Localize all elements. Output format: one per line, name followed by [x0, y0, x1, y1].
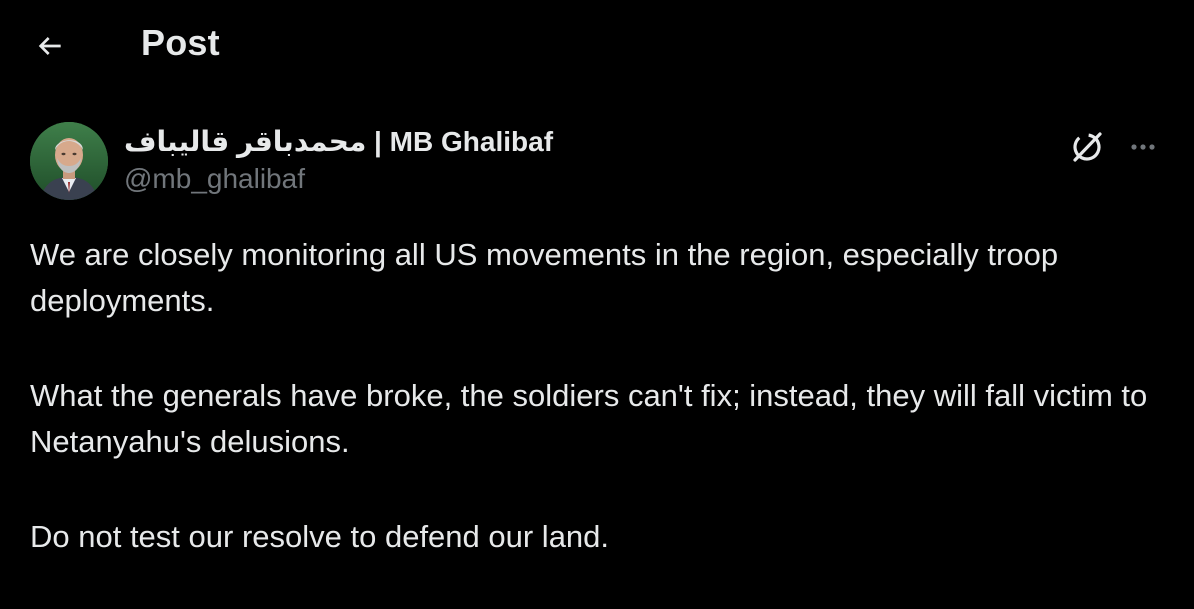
more-options-button[interactable]	[1122, 126, 1164, 168]
tweet-text: We are closely monitoring all US movemen…	[30, 232, 1170, 609]
page-title: Post	[141, 22, 220, 63]
author-info: محمدباقر قالیباف | MB Ghalibaf @mb_ghali…	[124, 124, 553, 196]
author-handle[interactable]: @mb_ghalibaf	[124, 162, 553, 196]
grok-button[interactable]	[1066, 126, 1108, 168]
more-horizontal-icon	[1131, 144, 1155, 150]
post-header: Post	[0, 0, 1194, 92]
back-button[interactable]	[30, 26, 70, 66]
tweet-paragraph: We are closely monitoring all US movemen…	[30, 237, 1059, 318]
grok-icon	[1073, 132, 1102, 162]
avatar[interactable]	[30, 122, 108, 200]
author-display-name[interactable]: محمدباقر قالیباف | MB Ghalibaf	[124, 124, 553, 160]
profile-photo	[30, 122, 108, 200]
arrow-left-icon	[38, 37, 61, 55]
tweet-paragraph: What the generals have broke, the soldie…	[30, 378, 1148, 459]
tweet-paragraph: Do not test our resolve to defend our la…	[30, 519, 610, 554]
